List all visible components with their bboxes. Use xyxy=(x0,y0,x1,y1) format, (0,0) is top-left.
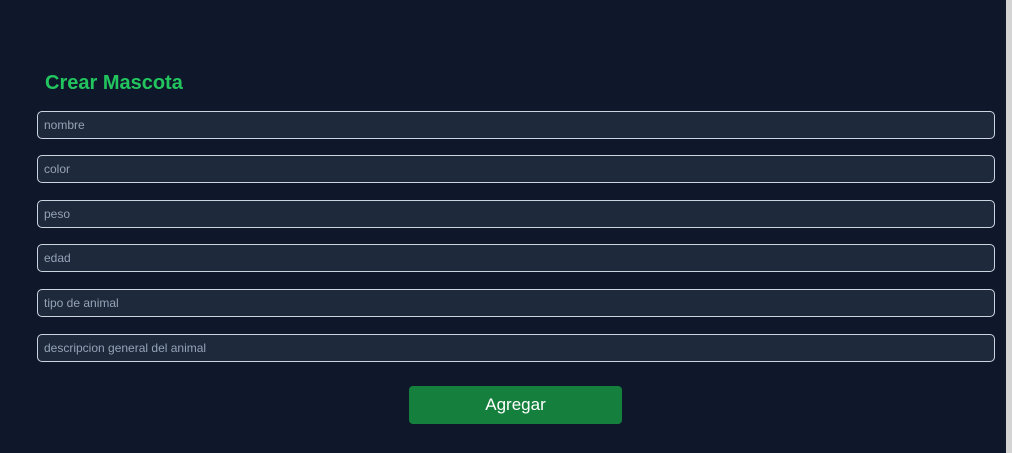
descripcion-input[interactable] xyxy=(37,334,995,362)
agregar-button[interactable]: Agregar xyxy=(409,386,622,424)
tipo-animal-input[interactable] xyxy=(37,289,995,317)
edad-input[interactable] xyxy=(37,244,995,272)
peso-input[interactable] xyxy=(37,200,995,228)
page: Crear Mascota Agregar xyxy=(0,0,1012,453)
color-input[interactable] xyxy=(37,155,995,183)
form-title: Crear Mascota xyxy=(45,72,183,94)
scrollbar[interactable] xyxy=(1006,0,1012,453)
nombre-input[interactable] xyxy=(37,111,995,139)
